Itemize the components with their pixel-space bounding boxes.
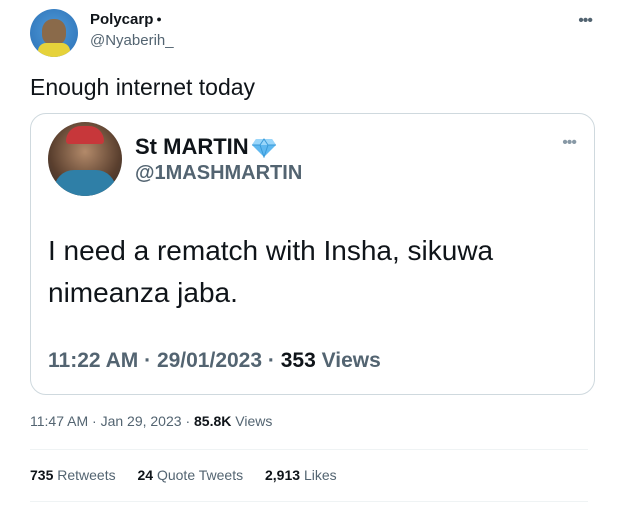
quoted-more-options-icon[interactable]: •••	[562, 134, 577, 152]
separator: ·	[185, 413, 194, 429]
likes-stat[interactable]: 2,913 Likes	[265, 467, 337, 483]
quoted-author-name-text: St MARTIN	[135, 134, 249, 159]
quoted-time: 11:22 AM	[48, 349, 139, 372]
quoted-views-count: 353	[280, 349, 316, 372]
author-handle[interactable]: @Nyaberih_	[90, 32, 174, 49]
quoted-date: 29/01/2023	[156, 349, 263, 372]
tweet-views-label: Views	[235, 413, 273, 429]
tweet-meta: 11:47 AM · Jan 29, 2023 · 85.8K Views	[30, 413, 272, 429]
likes-count: 2,913	[265, 467, 301, 483]
quoted-tweet-text: I need a rematch with Insha, sikuwa nime…	[48, 235, 494, 308]
retweets-label: Retweets	[57, 467, 116, 483]
author-avatar[interactable]	[30, 9, 78, 57]
tweet-time[interactable]: 11:47 AM	[30, 413, 88, 429]
avatar-face	[42, 19, 66, 45]
quoted-views-label: Views	[321, 349, 381, 372]
quoted-author-name[interactable]: St MARTIN	[135, 134, 277, 160]
author-name-text: Polycarp	[90, 11, 154, 28]
quote-tweets-count: 24	[137, 467, 154, 483]
tweet-date[interactable]: Jan 29, 2023	[101, 413, 182, 429]
more-options-icon[interactable]: •••	[578, 12, 593, 30]
retweets-stat[interactable]: 735 Retweets	[30, 467, 116, 483]
separator: ·	[267, 349, 281, 372]
retweets-count: 735	[30, 467, 54, 483]
quote-tweets-stat[interactable]: 24 Quote Tweets	[138, 467, 244, 483]
avatar-cap	[66, 126, 104, 144]
diamond-icon	[251, 138, 276, 159]
tweet-views-count: 85.8K	[194, 413, 232, 429]
likes-label: Likes	[303, 467, 337, 483]
avatar-shirt	[54, 170, 116, 196]
divider	[30, 449, 588, 450]
quoted-author-avatar[interactable]	[48, 122, 122, 196]
quoted-tweet-card[interactable]: St MARTIN @1MASHMARTIN ••• I need a rema…	[30, 113, 595, 395]
separator: ·	[92, 413, 101, 429]
author-name[interactable]: Polycarp ●	[90, 11, 162, 28]
quoted-author-handle[interactable]: @1MASHMARTIN	[135, 162, 302, 185]
tweet-text: Enough internet today	[30, 74, 256, 100]
separator: ·	[144, 349, 157, 372]
tweet-stats: 735 Retweets 24 Quote Tweets 2,913 Likes	[30, 467, 355, 483]
divider	[30, 501, 588, 502]
quoted-tweet-meta: 11:22 AM · 29/01/2023 · 353 Views	[48, 349, 381, 373]
quote-tweets-label: Quote Tweets	[156, 467, 244, 483]
avatar-shirt	[38, 43, 70, 57]
apple-icon: ●	[156, 14, 162, 24]
